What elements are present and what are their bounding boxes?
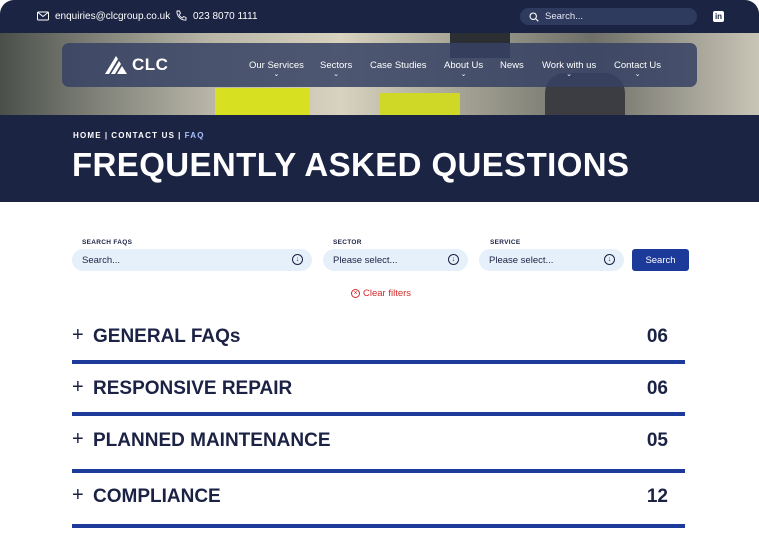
phone-text: 023 8070 1111 (193, 10, 258, 22)
faq-search-input[interactable]: Search... ↓ (72, 249, 312, 271)
page-title: FREQUENTLY ASKED QUESTIONS (72, 146, 630, 183)
nav-our-services[interactable]: Our Services ⌄ (249, 60, 304, 78)
nav-work-with-us[interactable]: Work with us ⌄ (542, 60, 596, 78)
faq-section-title: COMPLIANCE (93, 486, 221, 507)
clc-logo-mark-icon (105, 56, 127, 74)
plus-icon: + (72, 376, 84, 398)
service-label: SERVICE (490, 239, 521, 246)
top-bar: enquiries@clcgroup.co.uk 023 8070 1111 S… (0, 0, 759, 33)
close-circle-icon: × (351, 289, 360, 298)
phone-icon (176, 10, 187, 21)
nav-case-studies[interactable]: Case Studies (370, 60, 427, 71)
sector-select[interactable]: Please select... ↓ (323, 249, 468, 271)
search-icon (529, 11, 539, 22)
service-select-value: Please select... (489, 254, 554, 266)
email-text: enquiries@clcgroup.co.uk (55, 10, 171, 22)
breadcrumb-home[interactable]: HOME (73, 131, 102, 140)
chevron-down-icon: ⌄ (566, 71, 573, 78)
section-divider (72, 469, 685, 473)
nav-contact-us[interactable]: Contact Us ⌄ (614, 60, 661, 78)
chevron-down-icon: ⌄ (634, 71, 641, 78)
section-divider (72, 524, 685, 528)
service-select[interactable]: Please select... ↓ (479, 249, 624, 271)
sector-label: SECTOR (333, 239, 362, 246)
nav-sectors[interactable]: Sectors ⌄ (320, 60, 352, 78)
linkedin-icon[interactable]: in (713, 11, 724, 22)
email-link[interactable]: enquiries@clcgroup.co.uk (37, 10, 170, 22)
breadcrumb: HOME | CONTACT US | FAQ (73, 131, 205, 140)
arrow-down-circle-icon: ↓ (292, 254, 303, 265)
plus-icon: + (72, 484, 84, 506)
clear-filters-button[interactable]: × Clear filters (351, 288, 411, 299)
breadcrumb-contact-us[interactable]: CONTACT US (111, 131, 175, 140)
plus-icon: + (72, 324, 84, 346)
page-header: HOME | CONTACT US | FAQ FREQUENTLY ASKED QUE… (0, 115, 759, 202)
search-faqs-label: SEARCH FAQS (82, 239, 133, 246)
section-divider (72, 412, 685, 416)
phone-link[interactable]: 023 8070 1111 (175, 10, 258, 22)
main-navigation: CLC Our Services ⌄ Sectors ⌄ Case Studies … (62, 43, 697, 87)
arrow-down-circle-icon: ↓ (448, 254, 459, 265)
chevron-down-icon: ⌄ (333, 71, 340, 78)
faq-section-title: GENERAL FAQs (93, 326, 241, 347)
faq-section-title: PLANNED MAINTENANCE (93, 430, 331, 451)
chevron-down-icon: ⌄ (273, 71, 280, 78)
envelope-icon (37, 11, 49, 21)
faq-section-count: 05 (646, 430, 668, 451)
section-divider (72, 360, 685, 364)
search-button[interactable]: Search (632, 249, 689, 271)
logo-text: CLC (132, 55, 169, 74)
chevron-down-icon: ⌄ (460, 71, 467, 78)
faq-section-count: 06 (646, 378, 668, 399)
faq-section-count: 06 (646, 326, 668, 347)
plus-icon: + (72, 428, 84, 450)
arrow-down-circle-icon: ↓ (604, 254, 615, 265)
faq-section-title: RESPONSIVE REPAIR (93, 378, 293, 399)
clear-filters-label: Clear filters (363, 288, 412, 299)
site-search-placeholder: Search... (545, 11, 584, 22)
nav-about-us[interactable]: About Us ⌄ (444, 60, 483, 78)
nav-news[interactable]: News (500, 60, 524, 71)
faq-search-placeholder: Search... (82, 254, 121, 266)
faq-section-count: 12 (646, 486, 668, 507)
breadcrumb-current: FAQ (184, 131, 205, 140)
site-search-input[interactable]: Search... (520, 8, 697, 25)
clc-logo[interactable]: CLC (103, 52, 168, 78)
sector-select-value: Please select... (333, 254, 398, 266)
